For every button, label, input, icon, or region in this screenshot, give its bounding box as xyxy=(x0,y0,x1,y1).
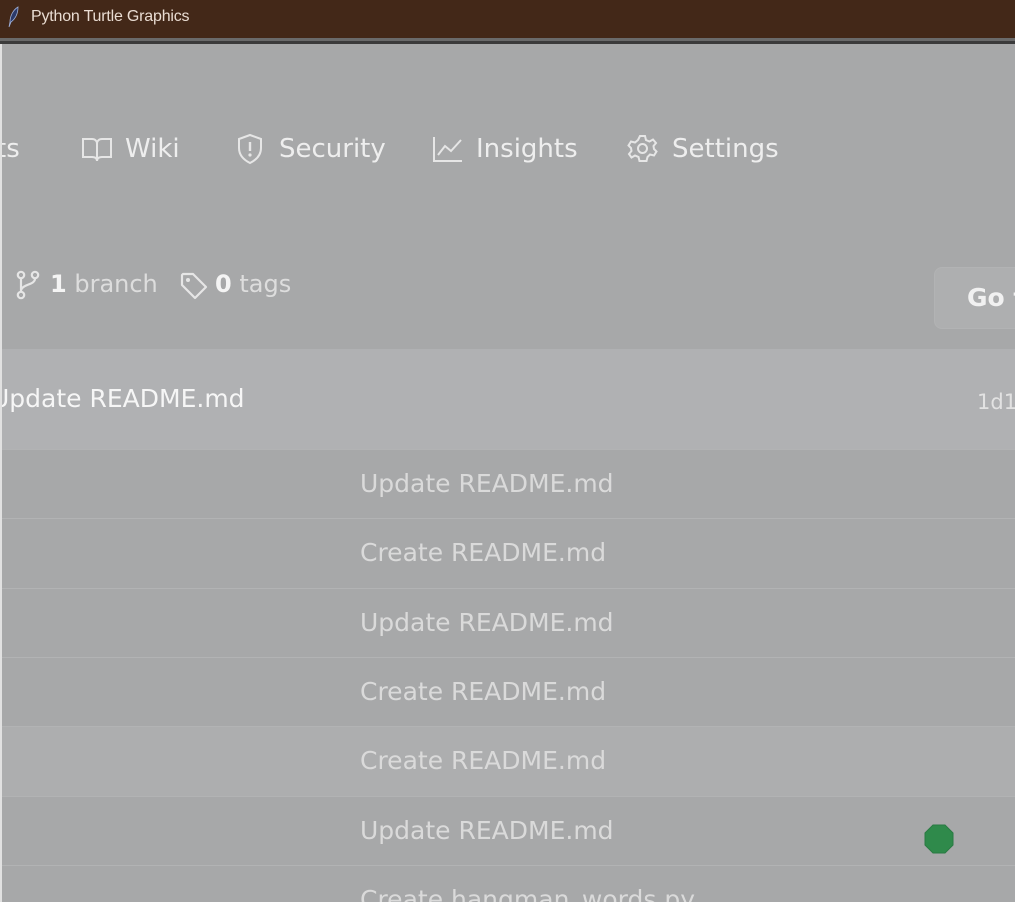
commit-message[interactable]: Create README.md xyxy=(360,677,606,706)
table-row[interactable]: Create README.md xyxy=(2,657,1015,727)
latest-commit-bar: Update README.md 1d1 xyxy=(2,349,1015,449)
commit-message[interactable]: Create README.md xyxy=(360,538,606,567)
tab-label: Security xyxy=(279,134,386,164)
repo-nav: ts Wiki Security Insights xyxy=(2,44,1015,254)
tag-label: tags xyxy=(239,270,292,298)
commit-message[interactable]: Update README.md xyxy=(360,608,614,637)
gear-icon xyxy=(627,135,658,162)
branch-count: 1 xyxy=(50,270,67,298)
branch-label: branch xyxy=(74,270,158,298)
go-to-file-label: Go t xyxy=(967,283,1015,312)
tab-label: Insights xyxy=(476,134,578,164)
latest-commit-message[interactable]: Update README.md xyxy=(2,384,245,413)
turtle-cursor-icon xyxy=(924,824,954,854)
tag-count: 0 xyxy=(215,270,232,298)
tag-icon xyxy=(180,272,208,300)
latest-commit-hash[interactable]: 1d1 xyxy=(977,390,1015,414)
commit-message[interactable]: Create README.md xyxy=(360,746,606,775)
table-row[interactable]: Create README.md xyxy=(2,726,1015,796)
commit-message[interactable]: Update README.md xyxy=(360,816,614,845)
branch-icon xyxy=(16,270,40,300)
table-row[interactable]: Update README.md xyxy=(2,588,1015,658)
refs-bar: 1 branch 0 tags Go t xyxy=(2,254,1015,349)
go-to-file-button[interactable]: Go t xyxy=(934,267,1015,329)
feather-icon xyxy=(8,6,19,28)
table-row[interactable]: Create hangman_words.py xyxy=(2,865,1015,902)
table-row[interactable]: Create README.md xyxy=(2,518,1015,588)
graph-icon xyxy=(433,137,462,162)
commit-message[interactable]: Create hangman_words.py xyxy=(360,885,695,902)
table-row[interactable]: Update README.md xyxy=(2,449,1015,519)
commit-message[interactable]: Update README.md xyxy=(360,469,614,498)
table-row[interactable]: Update README.md xyxy=(2,796,1015,866)
turtle-canvas: ts Wiki Security Insights xyxy=(2,44,1015,902)
tab-label: ts xyxy=(2,134,20,164)
tab-label: Settings xyxy=(672,134,779,164)
tab-label: Wiki xyxy=(125,134,180,164)
shield-icon xyxy=(238,133,262,165)
window-title: Python Turtle Graphics xyxy=(31,8,190,25)
window-titlebar: Python Turtle Graphics xyxy=(0,0,1015,38)
book-icon xyxy=(82,138,112,162)
